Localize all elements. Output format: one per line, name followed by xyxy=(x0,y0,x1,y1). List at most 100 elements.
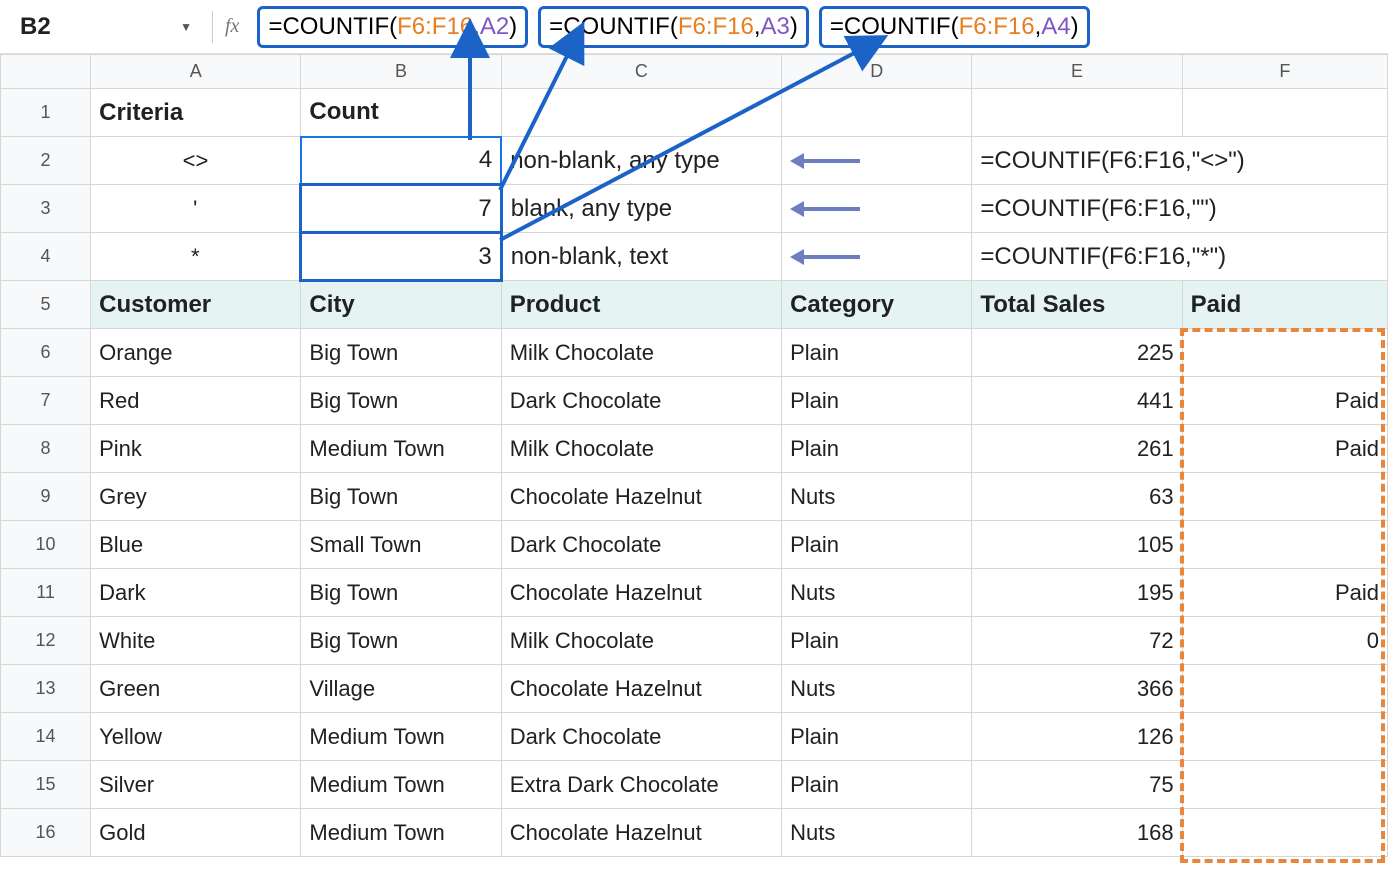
name-box[interactable]: ▼ xyxy=(10,7,200,47)
cell-paid[interactable] xyxy=(1182,329,1387,377)
cell-sales[interactable]: 75 xyxy=(972,761,1182,809)
cell-customer[interactable]: Yellow xyxy=(91,713,301,761)
row-header-4[interactable]: 4 xyxy=(1,233,91,281)
row-header-9[interactable]: 9 xyxy=(1,473,91,521)
cell-category[interactable]: Nuts xyxy=(782,473,972,521)
cell-city[interactable]: Big Town xyxy=(301,617,501,665)
cell-a1[interactable]: Criteria xyxy=(91,89,301,137)
cell-sales[interactable]: 261 xyxy=(972,425,1182,473)
cell-d5[interactable]: Category xyxy=(782,281,972,329)
row-header-7[interactable]: 7 xyxy=(1,377,91,425)
cell-c3[interactable]: blank, any type xyxy=(501,185,781,233)
cell-d4[interactable] xyxy=(782,233,972,281)
cell-d3[interactable] xyxy=(782,185,972,233)
cell-c5[interactable]: Product xyxy=(501,281,781,329)
cell-customer[interactable]: Orange xyxy=(91,329,301,377)
select-all-corner[interactable] xyxy=(1,55,91,89)
col-header-e[interactable]: E xyxy=(972,55,1182,89)
cell-city[interactable]: Big Town xyxy=(301,329,501,377)
cell-c4[interactable]: non-blank, text xyxy=(501,233,781,281)
row-header-16[interactable]: 16 xyxy=(1,809,91,857)
cell-category[interactable]: Plain xyxy=(782,425,972,473)
cell-b2[interactable]: 4 xyxy=(301,137,501,185)
cell-city[interactable]: Small Town xyxy=(301,521,501,569)
spreadsheet-grid[interactable]: A B C D E F 1 Criteria Count 2 <> 4 xyxy=(0,54,1388,857)
row-header-5[interactable]: 5 xyxy=(1,281,91,329)
row-header-6[interactable]: 6 xyxy=(1,329,91,377)
cell-customer[interactable]: Grey xyxy=(91,473,301,521)
cell-a4[interactable]: * xyxy=(91,233,301,281)
cell-paid[interactable] xyxy=(1182,521,1387,569)
cell-category[interactable]: Nuts xyxy=(782,809,972,857)
cell-paid[interactable]: Paid xyxy=(1182,377,1387,425)
cell-e2[interactable]: =COUNTIF(F6:F16,"<>") xyxy=(972,137,1388,185)
row-header-8[interactable]: 8 xyxy=(1,425,91,473)
cell-product[interactable]: Milk Chocolate xyxy=(501,425,781,473)
cell-sales[interactable]: 126 xyxy=(972,713,1182,761)
cell-f1[interactable] xyxy=(1182,89,1387,137)
row-header-13[interactable]: 13 xyxy=(1,665,91,713)
cell-category[interactable]: Plain xyxy=(782,329,972,377)
cell-b1[interactable]: Count xyxy=(301,89,501,137)
cell-city[interactable]: Medium Town xyxy=(301,809,501,857)
cell-product[interactable]: Milk Chocolate xyxy=(501,617,781,665)
cell-paid[interactable] xyxy=(1182,665,1387,713)
cell-paid[interactable]: Paid xyxy=(1182,425,1387,473)
cell-category[interactable]: Plain xyxy=(782,617,972,665)
cell-city[interactable]: Big Town xyxy=(301,569,501,617)
cell-paid[interactable]: Paid xyxy=(1182,569,1387,617)
cell-customer[interactable]: Blue xyxy=(91,521,301,569)
cell-d2[interactable] xyxy=(782,137,972,185)
row-header-2[interactable]: 2 xyxy=(1,137,91,185)
cell-city[interactable]: Village xyxy=(301,665,501,713)
cell-a2[interactable]: <> xyxy=(91,137,301,185)
cell-b5[interactable]: City xyxy=(301,281,501,329)
cell-product[interactable]: Chocolate Hazelnut xyxy=(501,809,781,857)
col-header-c[interactable]: C xyxy=(501,55,781,89)
cell-sales[interactable]: 225 xyxy=(972,329,1182,377)
cell-product[interactable]: Milk Chocolate xyxy=(501,329,781,377)
cell-category[interactable]: Nuts xyxy=(782,665,972,713)
cell-product[interactable]: Chocolate Hazelnut xyxy=(501,665,781,713)
cell-customer[interactable]: Red xyxy=(91,377,301,425)
cell-paid[interactable] xyxy=(1182,713,1387,761)
cell-customer[interactable]: Pink xyxy=(91,425,301,473)
row-header-14[interactable]: 14 xyxy=(1,713,91,761)
cell-sales[interactable]: 168 xyxy=(972,809,1182,857)
cell-product[interactable]: Chocolate Hazelnut xyxy=(501,569,781,617)
cell-category[interactable]: Plain xyxy=(782,521,972,569)
cell-c1[interactable] xyxy=(501,89,781,137)
cell-sales[interactable]: 63 xyxy=(972,473,1182,521)
cell-customer[interactable]: Green xyxy=(91,665,301,713)
col-header-f[interactable]: F xyxy=(1182,55,1387,89)
cell-city[interactable]: Big Town xyxy=(301,473,501,521)
row-header-10[interactable]: 10 xyxy=(1,521,91,569)
cell-city[interactable]: Medium Town xyxy=(301,761,501,809)
cell-a5[interactable]: Customer xyxy=(91,281,301,329)
row-header-12[interactable]: 12 xyxy=(1,617,91,665)
cell-e3[interactable]: =COUNTIF(F6:F16,"") xyxy=(972,185,1388,233)
cell-f5[interactable]: Paid xyxy=(1182,281,1387,329)
cell-e4[interactable]: =COUNTIF(F6:F16,"*") xyxy=(972,233,1388,281)
cell-sales[interactable]: 195 xyxy=(972,569,1182,617)
cell-product[interactable]: Dark Chocolate xyxy=(501,713,781,761)
cell-city[interactable]: Big Town xyxy=(301,377,501,425)
cell-d1[interactable] xyxy=(782,89,972,137)
cell-e1[interactable] xyxy=(972,89,1182,137)
row-header-3[interactable]: 3 xyxy=(1,185,91,233)
cell-e5[interactable]: Total Sales xyxy=(972,281,1182,329)
row-header-1[interactable]: 1 xyxy=(1,89,91,137)
row-header-15[interactable]: 15 xyxy=(1,761,91,809)
cell-sales[interactable]: 72 xyxy=(972,617,1182,665)
cell-b3[interactable]: 7 xyxy=(301,185,501,233)
cell-category[interactable]: Plain xyxy=(782,377,972,425)
name-box-input[interactable] xyxy=(18,12,78,42)
cell-product[interactable]: Extra Dark Chocolate xyxy=(501,761,781,809)
cell-b4[interactable]: 3 xyxy=(301,233,501,281)
cell-product[interactable]: Chocolate Hazelnut xyxy=(501,473,781,521)
cell-city[interactable]: Medium Town xyxy=(301,425,501,473)
col-header-d[interactable]: D xyxy=(782,55,972,89)
cell-customer[interactable]: Gold xyxy=(91,809,301,857)
cell-product[interactable]: Dark Chocolate xyxy=(501,521,781,569)
cell-category[interactable]: Plain xyxy=(782,713,972,761)
